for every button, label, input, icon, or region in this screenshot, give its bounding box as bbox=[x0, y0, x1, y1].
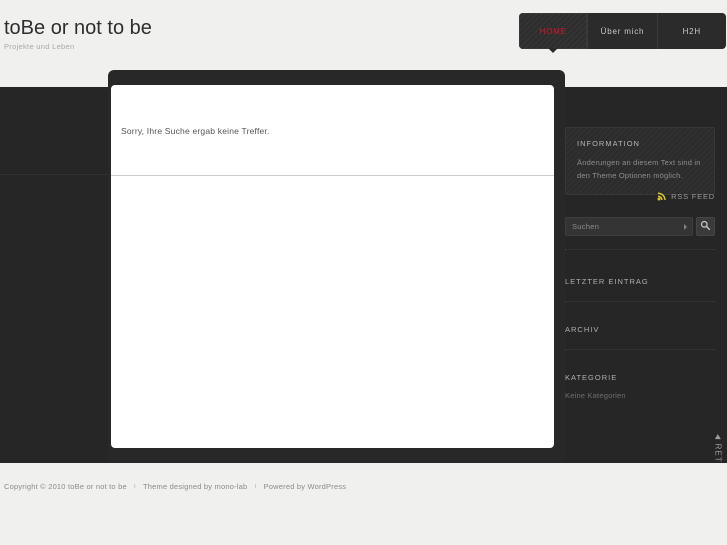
search-submit-button[interactable] bbox=[696, 217, 715, 236]
footer-separator: ı bbox=[254, 483, 257, 490]
widget-title-letzter-eintrag: LETZTER EINTRAG bbox=[565, 277, 649, 286]
widget-title-kategorie: KATEGORIE bbox=[565, 373, 618, 382]
widget-title-archiv: ARCHIV bbox=[565, 325, 600, 334]
footer-credits: Copyright © 2010 toBe or not to be ı The… bbox=[4, 482, 346, 491]
sidebar-divider bbox=[565, 301, 715, 302]
footer-copyright: Copyright © 2010 toBe or not to be bbox=[4, 482, 127, 491]
nav-item-h2h-label: H2H bbox=[682, 26, 702, 36]
page-title: toBe or not to be bbox=[4, 17, 152, 39]
content-divider bbox=[111, 175, 554, 176]
branding: toBe or not to be Projekte und Leben bbox=[4, 16, 152, 51]
information-widget: INFORMATION Änderungen an diesem Text si… bbox=[565, 127, 715, 195]
sidebar: INFORMATION Änderungen an diesem Text si… bbox=[565, 87, 727, 463]
search-no-results-message: Sorry, Ihre Suche ergab keine Treffer. bbox=[121, 126, 270, 136]
footer-powered-by[interactable]: Powered by WordPress bbox=[264, 482, 347, 491]
sidebar-divider bbox=[565, 249, 715, 250]
search-form bbox=[565, 217, 715, 236]
footer-separator: ı bbox=[133, 483, 136, 490]
nav-item-uber-mich[interactable]: Über mich bbox=[588, 13, 658, 49]
site-footer: Copyright © 2010 toBe or not to be ı The… bbox=[0, 463, 727, 545]
search-input[interactable] bbox=[572, 222, 686, 231]
site-header: toBe or not to be Projekte und Leben HOM… bbox=[0, 0, 727, 70]
arrow-up-icon bbox=[715, 434, 721, 440]
nav-item-h2h[interactable]: H2H bbox=[658, 13, 726, 49]
site-tagline: Projekte und Leben bbox=[4, 42, 75, 51]
nav-item-home[interactable]: HOME bbox=[519, 13, 589, 49]
main-navigation: HOME Über mich H2H bbox=[519, 13, 726, 49]
main-content-panel: Sorry, Ihre Suche ergab keine Treffer. bbox=[111, 85, 554, 448]
rss-icon bbox=[657, 191, 667, 201]
rss-feed-label: RSS FEED bbox=[671, 191, 715, 201]
left-column-divider bbox=[0, 174, 108, 175]
nav-item-home-label: HOME bbox=[539, 26, 567, 36]
nav-item-uber-mich-label: Über mich bbox=[600, 26, 645, 36]
magnifier-icon bbox=[700, 218, 711, 236]
widget-text-kategorie: Keine Kategorien bbox=[565, 391, 626, 400]
information-widget-text: Änderungen an diesem Text sind in den Th… bbox=[577, 158, 701, 180]
active-tab-pointer-icon bbox=[548, 48, 558, 53]
search-field-wrapper[interactable] bbox=[565, 217, 693, 236]
chevron-right-icon bbox=[684, 223, 687, 230]
footer-theme-credit[interactable]: Theme designed by mono-lab bbox=[143, 482, 247, 491]
sidebar-divider bbox=[565, 349, 715, 350]
information-widget-title: INFORMATION bbox=[577, 139, 640, 148]
rss-feed-link[interactable]: RSS FEED bbox=[657, 191, 715, 201]
